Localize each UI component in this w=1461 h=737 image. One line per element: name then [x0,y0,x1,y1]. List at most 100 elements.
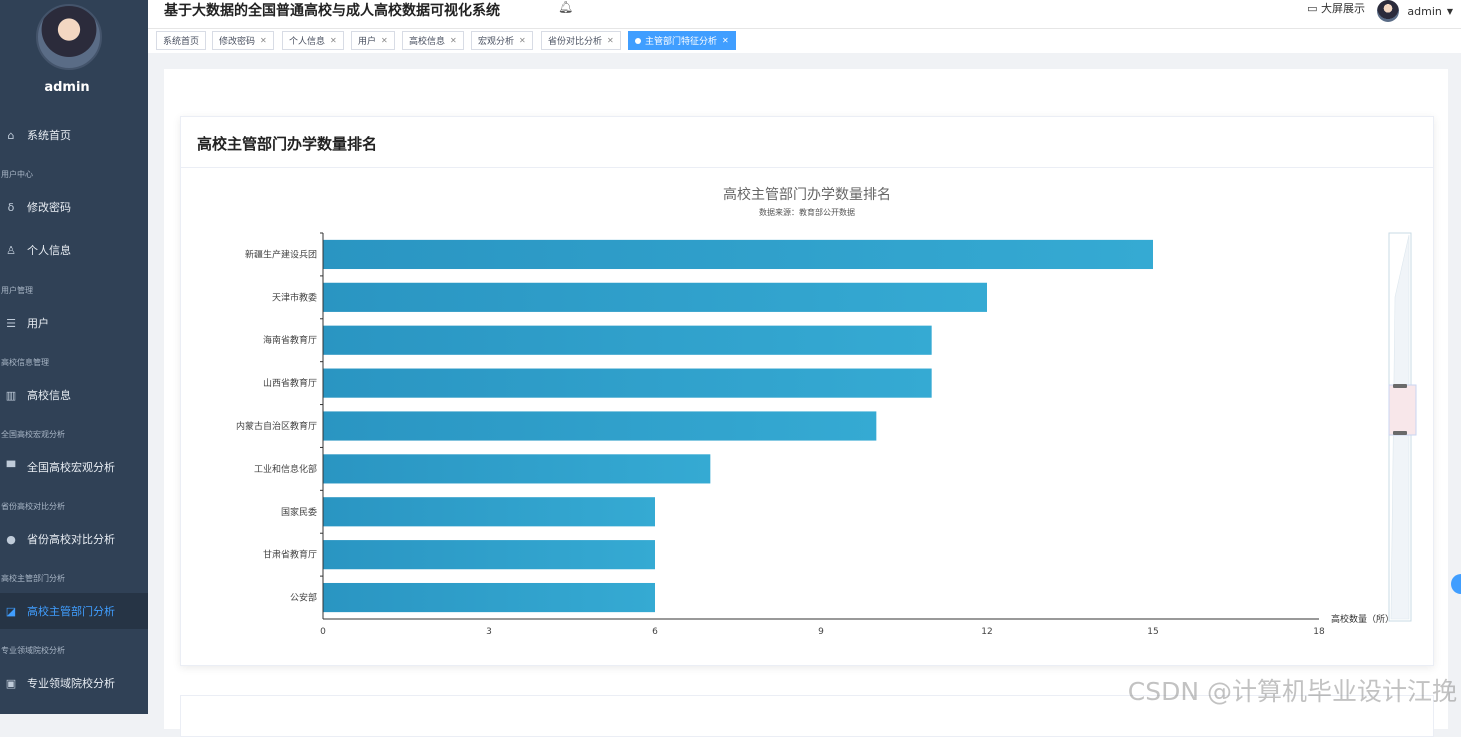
bar[interactable] [323,282,987,312]
tab-label: 宏观分析 [478,37,515,47]
y-tick-label: 工业和信息化部 [254,463,317,475]
close-icon[interactable]: ✕ [381,36,388,45]
y-tick-label: 海南省教育厅 [263,334,317,346]
list-icon: ☰ [6,316,16,330]
chart-card: 高校主管部门办学数量排名 高校主管部门办学数量排名 数据来源：教育部公开数据 新… [180,116,1434,666]
tab-label: 系统首页 [163,37,200,47]
home-icon: ⌂ [7,128,15,142]
y-tick-label: 甘肃省教育厅 [263,549,317,561]
sidebar-group-province: 省份高校对比分析 [1,502,65,511]
tab-profile[interactable]: 个人信息 ✕ [282,31,344,50]
sidebar-item-department-analysis[interactable]: ◪ 高校主管部门分析 [0,593,148,629]
sidebar-item-label: 省份高校对比分析 [27,533,115,546]
sidebar-item-field-analysis[interactable]: ▣ 专业领域院校分析 [0,665,148,701]
bar[interactable] [323,540,655,570]
bell-icon[interactable]: 🔔︎ [558,0,573,14]
datazoom-slider[interactable] [1388,232,1417,622]
header-username: admin [1407,4,1442,18]
tab-label: 省份对比分析 [548,37,603,47]
tab-college-info[interactable]: 高校信息 ✕ [402,31,464,50]
chart-icon: ◪ [5,604,17,618]
sidebar-item-users[interactable]: ☰ 用户 [0,305,148,341]
avatar[interactable] [36,4,102,70]
x-axis-label: 高校数量（所） [1331,613,1394,625]
tab-home[interactable]: 系统首页 [156,31,207,50]
tab-macro-analysis[interactable]: 宏观分析 ✕ [471,31,533,50]
y-tick-label: 山西省教育厅 [263,377,317,389]
y-tick-label: 内蒙古自治区教育厅 [236,420,317,432]
monitor-icon: ▀ [6,460,16,474]
screen-icon: ▭ [1307,2,1318,15]
x-tick-label: 6 [652,627,658,637]
tab-label: 用户 [358,37,377,47]
person-icon: ● [6,532,16,546]
x-tick-label: 9 [818,627,824,637]
y-tick-label: 天津市教委 [272,291,317,303]
x-tick-label: 15 [1147,627,1158,637]
sidebar: admin ⌂ 系统首页 用户中心 δ 修改密码 ♙ 个人信息 用户管理 ☰ 用… [0,0,148,714]
sidebar-group-user-center: 用户中心 [1,170,33,179]
close-icon[interactable]: ✕ [330,36,337,45]
sidebar-item-label: 系统首页 [27,129,71,142]
sidebar-group-college-info: 高校信息管理 [1,358,49,367]
top-header: 基于大数据的全国普通高校与成人高校数据可视化系统 🔔︎ ▭ 大屏展示 admin… [148,0,1461,29]
close-icon[interactable]: ✕ [450,36,457,45]
sidebar-item-label: 全国高校宏观分析 [27,461,115,474]
sidebar-item-label: 修改密码 [27,201,71,214]
tab-department-analysis[interactable]: 主管部门特征分析 ✕ [628,31,736,50]
bar[interactable] [323,368,932,398]
sidebar-item-label: 高校主管部门分析 [27,605,115,618]
sidebar-item-change-password[interactable]: δ 修改密码 [0,189,148,225]
sidebar-item-macro-analysis[interactable]: ▀ 全国高校宏观分析 [0,449,148,485]
lock-icon: δ [7,200,15,214]
bar[interactable] [323,582,655,613]
watermark: CSDN @计算机毕业设计江挽 [1127,677,1457,706]
avatar [1377,0,1400,22]
y-tick-label: 国家民委 [281,506,317,518]
sidebar-item-label: 用户 [27,317,49,330]
x-tick-label: 3 [486,627,492,637]
tab-province-analysis[interactable]: 省份对比分析 ✕ [541,31,621,50]
tab-label: 高校信息 [409,37,446,47]
user-dropdown[interactable]: admin ▼ [1377,0,1453,22]
floating-action-icon[interactable] [1451,574,1461,594]
datazoom-window[interactable] [1388,384,1417,436]
close-icon[interactable]: ✕ [607,36,614,45]
bar[interactable] [323,325,932,355]
tab-label: 修改密码 [219,37,256,47]
bar-chart: 新疆生产建设兵团天津市教委海南省教育厅山西省教育厅内蒙古自治区教育厅工业和信息化… [236,232,1417,637]
sidebar-item-home[interactable]: ⌂ 系统首页 [0,117,148,153]
bar[interactable] [323,239,1153,270]
x-tick-label: 0 [320,627,326,637]
sidebar-item-label: 高校信息 [27,389,71,402]
bigscreen-button[interactable]: ▭ 大屏展示 [1307,0,1365,16]
sidebar-group-field: 专业领域院校分析 [1,646,65,655]
active-dot-icon [635,37,641,44]
tab-change-password[interactable]: 修改密码 ✕ [212,31,274,50]
datazoom-handle-bottom[interactable] [1393,431,1407,435]
tab-label: 个人信息 [289,37,326,47]
bar[interactable] [323,411,877,441]
close-icon[interactable]: ✕ [260,36,267,45]
sidebar-item-profile[interactable]: ♙ 个人信息 [0,232,148,268]
bigscreen-label: 大屏展示 [1321,2,1365,15]
tab-users[interactable]: 用户 ✕ [351,31,395,50]
tags-bar: 系统首页 修改密码 ✕ 个人信息 ✕ 用户 ✕ 高校信息 ✕ 宏观分析 ✕ 省份对比分析 ✕… [148,29,1461,53]
x-tick-label: 12 [981,627,992,637]
sidebar-item-college-info[interactable]: ▥ 高校信息 [0,377,148,413]
y-tick-label: 公安部 [290,592,317,604]
bar[interactable] [323,454,711,484]
sidebar-item-province-analysis[interactable]: ● 省份高校对比分析 [0,521,148,557]
close-icon[interactable]: ✕ [519,36,526,45]
sidebar-item-label: 个人信息 [27,244,71,257]
close-icon[interactable]: ✕ [722,36,729,45]
sidebar-group-macro: 全国高校宏观分析 [1,430,65,439]
sidebar-group-user-admin: 用户管理 [1,286,33,295]
bar[interactable] [323,497,655,527]
user-icon: ♙ [6,243,16,257]
y-tick-label: 新疆生产建设兵团 [245,248,317,260]
sidebar-item-label: 专业领域院校分析 [27,677,115,690]
datazoom-handle-top[interactable] [1393,384,1407,388]
x-tick-label: 18 [1313,627,1325,637]
sidebar-username: admin [44,80,90,95]
